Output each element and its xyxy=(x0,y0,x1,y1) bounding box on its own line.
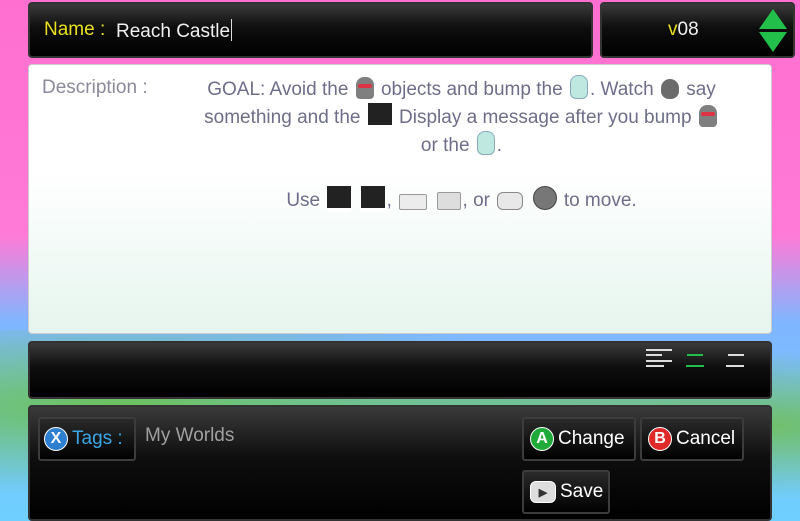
save-label: Save xyxy=(560,481,604,502)
b-button-icon: B xyxy=(648,427,672,451)
change-label: Change xyxy=(558,428,625,449)
ghost-object-icon xyxy=(476,131,495,155)
change-button[interactable]: A Change xyxy=(522,417,636,461)
dial-icon xyxy=(532,186,557,210)
description-text: GOAL: Avoid the objects and bump the . W… xyxy=(169,75,754,214)
microbit-icon xyxy=(327,186,352,212)
desc-text: Display a message after you bump xyxy=(399,107,692,128)
name-value: Reach Castle xyxy=(116,21,231,42)
align-left-icon[interactable] xyxy=(646,349,672,367)
name-label: Name : xyxy=(44,19,106,40)
text-align-bar xyxy=(28,341,772,399)
desc-text: . xyxy=(496,135,503,156)
tags-label: Tags : xyxy=(72,428,123,449)
align-right-icon[interactable] xyxy=(718,349,744,367)
ghost-object-icon xyxy=(569,75,588,99)
tags-value: My Worlds xyxy=(145,425,235,446)
microbit-tilt-icon xyxy=(360,186,385,212)
desc-text: to move. xyxy=(563,190,637,211)
cancel-label: Cancel xyxy=(676,428,736,449)
text-caret xyxy=(231,19,233,41)
version-down-arrow-icon[interactable] xyxy=(759,32,787,52)
keyboard-icon xyxy=(399,194,428,210)
version-prefix: v xyxy=(668,19,678,40)
description-label: Description : xyxy=(42,77,148,98)
arrow-keys-icon xyxy=(436,192,461,210)
version-text: v08 xyxy=(668,19,699,41)
description-box[interactable]: Description : GOAL: Avoid the objects an… xyxy=(28,64,772,334)
bottom-panel: X Tags : My Worlds A Change B Cancel ▶ S… xyxy=(28,405,772,521)
version-up-arrow-icon[interactable] xyxy=(759,9,787,29)
name-input[interactable]: Reach Castle xyxy=(116,19,233,43)
name-bar[interactable]: Name : Reach Castle xyxy=(28,2,593,58)
desc-text: something and the xyxy=(204,107,361,128)
desc-text: , or xyxy=(462,190,490,211)
cancel-button[interactable]: B Cancel xyxy=(640,417,744,461)
align-center-icon[interactable] xyxy=(682,349,708,367)
gamepad-icon xyxy=(497,192,524,210)
desc-text: GOAL: Avoid the xyxy=(207,79,349,100)
play-icon: ▶ xyxy=(530,481,556,503)
version-number: 08 xyxy=(677,19,699,40)
version-bar: v08 xyxy=(600,2,795,58)
x-button-icon: X xyxy=(44,427,68,451)
desc-text: , xyxy=(386,190,392,211)
desc-text: objects and bump the xyxy=(380,79,563,100)
desc-text: . Watch xyxy=(589,79,654,100)
desc-text: Use xyxy=(286,190,321,211)
a-button-icon: A xyxy=(530,427,554,451)
enemy-object-icon xyxy=(698,105,717,127)
desc-text: or the xyxy=(420,135,470,156)
desc-text: say xyxy=(686,79,716,100)
align-group xyxy=(646,349,744,367)
microbit-icon xyxy=(367,103,392,129)
save-button[interactable]: ▶ Save xyxy=(522,470,610,514)
enemy-object-icon xyxy=(355,77,374,99)
tags-button[interactable]: X Tags : xyxy=(38,417,136,461)
money-bag-icon xyxy=(660,79,679,99)
